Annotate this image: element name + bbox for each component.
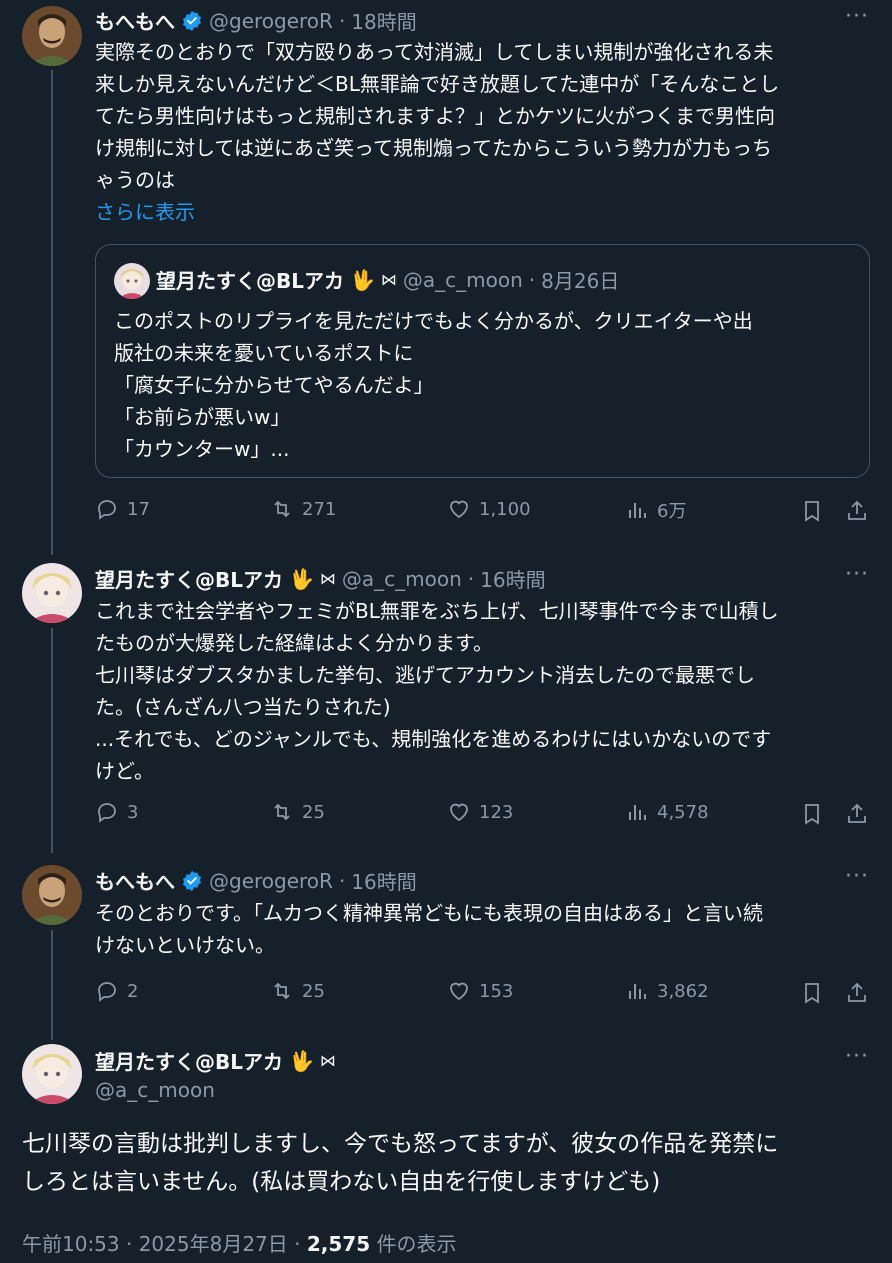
timestamp[interactable]: 18時間	[351, 6, 416, 35]
repost-button[interactable]: 271	[270, 497, 336, 521]
views-count: 4,578	[657, 801, 709, 823]
avatar-mohemohe[interactable]	[22, 865, 82, 925]
reply-icon	[98, 803, 116, 823]
quote-header: 望月たすく@BLアカ 🖖 ⋈ @a_c_moon · 8月26日	[156, 265, 619, 294]
separator: ·	[467, 566, 475, 591]
tweet-text: そのとおりです。「ムカつく精神異常どもにも表現の自由はある」と言い続 けないとい…	[95, 901, 763, 957]
separator: ·	[528, 267, 536, 292]
handle[interactable]: @gerogeroR	[209, 869, 333, 893]
tweet-text: これまで社会学者やフェミがBL無罪をぶち上げ、七川琴事件で今まで山積し たものが…	[95, 599, 779, 783]
repost-count: 25	[302, 801, 325, 823]
views-chart-icon	[629, 503, 646, 518]
bowtie-icon: ⋈	[319, 569, 336, 588]
bowtie-icon: ⋈	[380, 270, 397, 289]
main-tweet-header: 望月たすく@BLアカ 🖖 ⋈	[95, 1046, 336, 1075]
reply-icon	[98, 982, 116, 1002]
like-button[interactable]: 123	[447, 800, 513, 824]
share-icon[interactable]	[845, 499, 869, 523]
display-name[interactable]: 望月たすく@BLアカ	[95, 1046, 283, 1075]
more-options-icon[interactable]: ···	[845, 864, 869, 889]
share-icon[interactable]	[845, 802, 869, 826]
like-count: 123	[479, 801, 514, 823]
tweet-meta: 午前10:53 · 2025年8月27日 · 2,575 件の表示	[22, 1228, 456, 1257]
repost-icon	[274, 803, 290, 821]
bookmark-icon[interactable]	[800, 981, 824, 1005]
timestamp[interactable]: 16時間	[480, 564, 545, 593]
more-options-icon[interactable]: ···	[845, 4, 869, 29]
avatar-mochizuki[interactable]	[22, 563, 82, 623]
quote-avatar	[114, 263, 150, 299]
views-button[interactable]: 4,578	[625, 800, 709, 824]
verified-badge-icon	[182, 870, 202, 891]
tweet-datetime[interactable]: 午前10:53 · 2025年8月27日 ·	[22, 1232, 307, 1256]
tweet-actions: 3 25 123 4,578	[95, 800, 870, 830]
like-count: 1,100	[479, 498, 531, 520]
tweet-text: 実際そのとおりで「双方殴りあって対消滅」してしまい規制が強化される未 来しか見え…	[95, 40, 780, 192]
separator: ·	[338, 8, 346, 33]
verified-badge-icon	[182, 10, 202, 31]
avatar-mochizuki[interactable]	[22, 1044, 82, 1104]
repost-button[interactable]: 25	[270, 800, 325, 824]
avatar-mohemohe[interactable]	[22, 6, 82, 66]
quote-text: このポストのリプライを見ただけでもよく分かるが、クリエイターや出 版社の未来を憂…	[114, 309, 753, 461]
handle[interactable]: @a_c_moon	[95, 1078, 215, 1102]
timestamp[interactable]: 16時間	[351, 866, 416, 895]
tweet-header: もへもへ @gerogeroR · 18時間	[95, 6, 417, 35]
like-button[interactable]: 1,100	[447, 497, 531, 521]
display-name[interactable]: もへもへ	[95, 6, 175, 35]
heart-icon	[450, 500, 468, 519]
separator: ·	[338, 868, 346, 893]
repost-icon	[274, 500, 290, 518]
quoted-tweet[interactable]: 望月たすく@BLアカ 🖖 ⋈ @a_c_moon · 8月26日 このポストのリ…	[95, 244, 870, 478]
vulcan-salute-icon: 🖖	[350, 267, 375, 292]
like-button[interactable]: 153	[447, 979, 513, 1003]
tweet-header: 望月たすく@BLアカ 🖖 ⋈ @a_c_moon · 16時間	[95, 564, 546, 593]
quote-handle: @a_c_moon	[402, 267, 523, 292]
thread-line	[51, 930, 53, 1040]
bookmark-icon[interactable]	[800, 802, 824, 826]
reply-button[interactable]: 2	[95, 979, 138, 1003]
vulcan-salute-icon: 🖖	[289, 566, 314, 591]
tweet-header: もへもへ @gerogeroR · 16時間	[95, 866, 417, 895]
more-options-icon[interactable]: ···	[845, 1044, 869, 1069]
reply-count: 3	[127, 801, 139, 823]
quote-display-name: 望月たすく@BLアカ	[156, 269, 344, 293]
reply-icon	[98, 500, 116, 520]
thread-line	[51, 70, 53, 555]
reply-button[interactable]: 17	[95, 497, 150, 521]
heart-icon	[450, 803, 468, 822]
views-count: 3,862	[657, 980, 709, 1002]
repost-count: 271	[302, 498, 337, 520]
thread-line	[51, 628, 53, 853]
tweet-actions: 2 25 153 3,862	[95, 979, 870, 1009]
show-more-link[interactable]: さらに表示	[95, 196, 195, 225]
repost-icon	[274, 982, 290, 1000]
views-count: 6万	[657, 501, 687, 522]
main-tweet-text: 七川琴の言動は批判しますし、今でも怒ってますが、彼女の作品を発禁に しろとは言い…	[22, 1131, 779, 1195]
handle[interactable]: @gerogeroR	[209, 9, 333, 33]
bowtie-icon: ⋈	[319, 1051, 336, 1070]
reply-count: 17	[127, 498, 150, 520]
tweet-actions: 17 271 1,100 6万	[95, 497, 870, 527]
bookmark-icon[interactable]	[800, 499, 824, 523]
share-icon[interactable]	[845, 981, 869, 1005]
views-chart-icon	[629, 984, 646, 999]
views-button[interactable]: 3,862	[625, 979, 709, 1003]
display-name[interactable]: もへもへ	[95, 866, 175, 895]
view-count-label: 件の表示	[370, 1232, 457, 1256]
quote-timestamp: 8月26日	[541, 269, 620, 293]
reply-button[interactable]: 3	[95, 800, 138, 824]
display-name[interactable]: 望月たすく@BLアカ	[95, 564, 283, 593]
handle[interactable]: @a_c_moon	[342, 567, 462, 591]
vulcan-salute-icon: 🖖	[289, 1048, 314, 1073]
view-count: 2,575	[306, 1232, 371, 1256]
reply-count: 2	[127, 980, 139, 1002]
repost-button[interactable]: 25	[270, 979, 325, 1003]
views-chart-icon	[629, 805, 646, 820]
repost-count: 25	[302, 980, 325, 1002]
like-count: 153	[479, 980, 514, 1002]
heart-icon	[450, 982, 468, 1001]
views-button[interactable]: 6万	[625, 497, 686, 523]
more-options-icon[interactable]: ···	[845, 562, 869, 587]
